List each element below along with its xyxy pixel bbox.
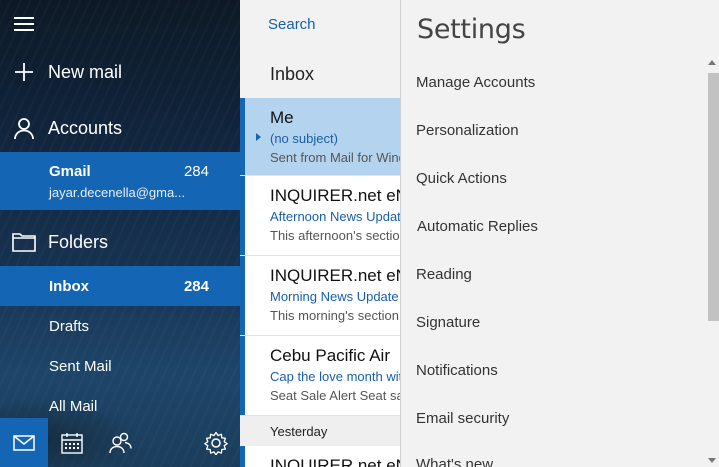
message-item[interactable]: INQUIRER.net eNewsletter Morning News Up…: [240, 256, 400, 336]
search-input[interactable]: Search: [240, 0, 400, 48]
folder-unread-count: 284: [183, 278, 209, 295]
message-sender: Cebu Pacific Air: [270, 346, 390, 365]
account-unread-count: 284: [183, 163, 209, 180]
settings-flyout: Settings Manage Accounts Personalization…: [400, 0, 719, 467]
message-sender: INQUIRER.net eNewsletter: [270, 186, 400, 205]
person-icon: [0, 116, 48, 140]
settings-email-security[interactable]: Email security: [416, 404, 686, 434]
message-preview: This afternoon's section: [270, 228, 400, 243]
accounts-label: Accounts: [48, 117, 123, 138]
message-item[interactable]: INQUIRER.net eNewsletter: [240, 446, 400, 467]
date-group-label: Yesterday: [270, 424, 328, 439]
scrollbar-thumb[interactable]: [708, 73, 719, 321]
folder-name: All Mail: [49, 398, 98, 415]
hamburger-icon[interactable]: [12, 13, 36, 33]
settings-manage-accounts[interactable]: Manage Accounts: [416, 68, 686, 98]
folder-name: Inbox: [49, 278, 89, 295]
account-email: jayar.decenella@gma...: [49, 185, 186, 200]
settings-reading[interactable]: Reading: [416, 260, 686, 290]
message-subject: Afternoon News Update: [270, 209, 400, 224]
message-subject: (no subject): [270, 131, 338, 146]
message-sender: INQUIRER.net eNewsletter: [270, 266, 400, 285]
unread-indicator: [240, 336, 245, 415]
settings-whats-new[interactable]: What's new: [416, 450, 686, 467]
expand-caret-icon[interactable]: [256, 133, 261, 141]
message-subject: Cap the love month with: [270, 369, 400, 384]
folder-title: Inbox: [270, 64, 315, 84]
folder-name: Sent Mail: [49, 358, 112, 375]
message-preview: Sent from Mail for Windows 10: [270, 150, 400, 165]
date-group-header: Yesterday: [240, 416, 400, 446]
message-item-selected[interactable]: Me (no subject) Sent from Mail for Windo…: [240, 98, 400, 176]
unread-indicator: [240, 446, 245, 467]
plus-icon: [0, 61, 48, 83]
calendar-icon[interactable]: [48, 418, 96, 467]
settings-scrollbar[interactable]: [705, 56, 719, 467]
account-name: Gmail: [49, 163, 91, 180]
settings-notifications[interactable]: Notifications: [416, 356, 686, 386]
message-preview: This morning's section: [270, 308, 399, 323]
message-subject: Morning News Update: [270, 289, 399, 304]
gear-icon[interactable]: [192, 418, 240, 467]
folder-name: Drafts: [49, 318, 90, 335]
scroll-up-arrow-icon[interactable]: [708, 60, 716, 65]
folder-sent-mail[interactable]: Sent Mail: [0, 346, 240, 386]
mail-icon[interactable]: [0, 418, 48, 467]
message-item[interactable]: INQUIRER.net eNewsletter Afternoon News …: [240, 176, 400, 256]
search-placeholder: Search: [268, 16, 316, 33]
folder-icon: [0, 232, 48, 252]
settings-automatic-replies[interactable]: Automatic Replies: [417, 212, 687, 242]
selection-indicator: [240, 98, 245, 175]
folders-button[interactable]: Folders: [0, 222, 240, 262]
new-mail-label: New mail: [48, 61, 123, 82]
scroll-down-arrow-icon[interactable]: [708, 458, 716, 463]
folder-header: Inbox: [240, 48, 400, 98]
settings-title: Settings: [417, 14, 526, 45]
message-preview: Seat Sale Alert Seat sale: [270, 388, 400, 403]
message-list-pane: Search Inbox Me (no subject) Sent from M…: [240, 0, 400, 467]
account-gmail[interactable]: Gmail 284 jayar.decenella@gma...: [0, 152, 240, 210]
message-sender: INQUIRER.net eNewsletter: [270, 456, 400, 467]
settings-quick-actions[interactable]: Quick Actions: [416, 164, 686, 194]
folders-label: Folders: [48, 231, 109, 252]
folder-drafts[interactable]: Drafts: [0, 306, 240, 346]
unread-indicator: [240, 176, 245, 255]
people-icon[interactable]: [96, 418, 144, 467]
settings-personalization[interactable]: Personalization: [416, 116, 686, 146]
unread-indicator: [240, 256, 245, 335]
navigation-pane: New mail Accounts Gmail 284 jayar.decene…: [0, 0, 240, 467]
folder-inbox[interactable]: Inbox 284: [0, 266, 240, 306]
accounts-button[interactable]: Accounts: [0, 108, 240, 148]
message-item[interactable]: Cebu Pacific Air Cap the love month with…: [240, 336, 400, 416]
bottom-app-bar: [0, 418, 240, 467]
new-mail-button[interactable]: New mail: [0, 52, 240, 92]
settings-signature[interactable]: Signature: [416, 308, 686, 338]
message-sender: Me: [270, 108, 294, 127]
